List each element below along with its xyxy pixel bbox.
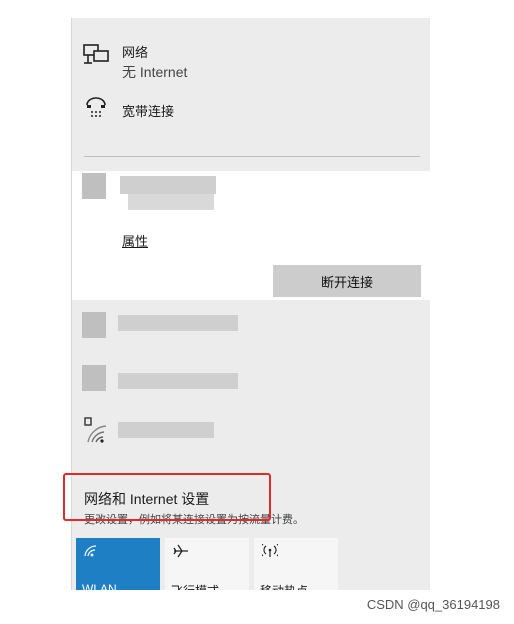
network-name-redacted bbox=[118, 373, 238, 389]
quick-action-airplane[interactable]: 飞行模式 bbox=[165, 538, 249, 590]
network-name: 宽带连接 bbox=[122, 104, 175, 119]
network-item-ethernet[interactable]: 网络 无 Internet bbox=[72, 36, 430, 86]
network-item-broadband[interactable]: 宽带连接 bbox=[72, 96, 430, 126]
quick-action-label: 移动热点 bbox=[260, 582, 308, 590]
network-icon bbox=[82, 312, 106, 338]
network-name-redacted bbox=[118, 422, 214, 438]
hotspot-icon bbox=[259, 543, 281, 563]
wifi-icon bbox=[84, 544, 98, 562]
disconnect-button[interactable]: 断开连接 bbox=[273, 265, 421, 297]
network-icon bbox=[82, 365, 106, 391]
network-status: 无 Internet bbox=[122, 64, 188, 80]
ethernet-icon bbox=[82, 43, 110, 72]
airplane-icon bbox=[173, 544, 189, 563]
quick-action-label: WLAN bbox=[82, 582, 117, 590]
dialup-icon bbox=[84, 96, 108, 125]
wifi-icon bbox=[82, 173, 106, 199]
wifi-secured-icon bbox=[82, 416, 108, 449]
watermark: CSDN @qq_36194198 bbox=[366, 597, 500, 612]
quick-action-label: 飞行模式 bbox=[171, 582, 219, 590]
network-status-redacted bbox=[128, 194, 214, 210]
quick-action-wlan[interactable]: WLAN bbox=[76, 538, 160, 590]
highlight-annotation bbox=[63, 473, 271, 521]
divider bbox=[84, 156, 420, 157]
network-name: 网络 bbox=[122, 45, 149, 60]
properties-link[interactable]: 属性 bbox=[122, 231, 148, 250]
network-name-redacted bbox=[118, 315, 238, 331]
network-name-redacted bbox=[120, 176, 216, 194]
quick-action-hotspot[interactable]: 移动热点 bbox=[254, 538, 338, 590]
